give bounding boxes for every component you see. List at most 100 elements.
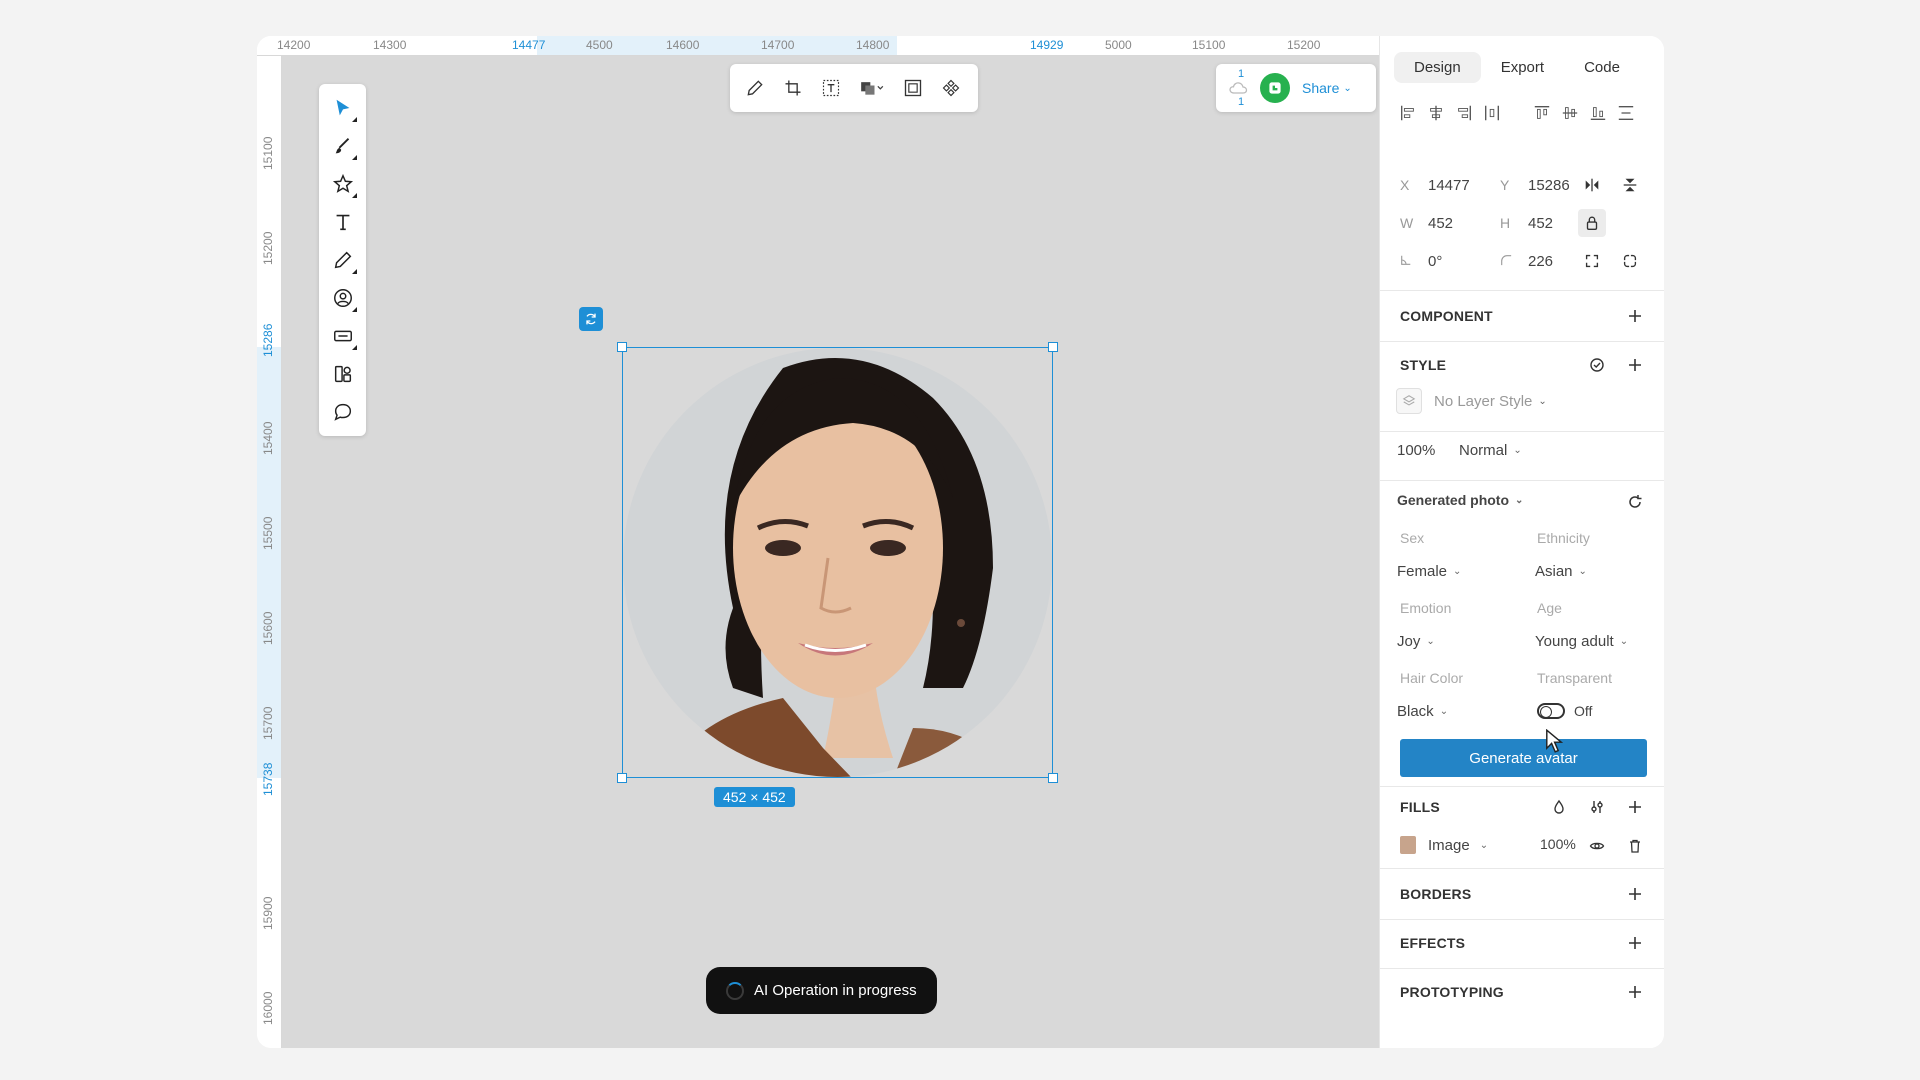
generated-photo-title: Generated photo bbox=[1397, 492, 1510, 508]
ruler-label: 14300 bbox=[373, 38, 407, 52]
align-top-button[interactable] bbox=[1528, 99, 1556, 127]
tab-code[interactable]: Code bbox=[1564, 52, 1640, 83]
delete-fill-button[interactable] bbox=[1623, 834, 1647, 858]
rectangle-tool[interactable] bbox=[327, 320, 358, 351]
radius-all-button[interactable] bbox=[1578, 247, 1606, 275]
text-icon bbox=[336, 214, 349, 230]
plus-icon bbox=[1629, 801, 1641, 813]
generated-photo-dropdown[interactable]: Generated photo ⌄ bbox=[1397, 492, 1523, 508]
align-center-h-button[interactable] bbox=[1422, 99, 1450, 127]
component-button[interactable] bbox=[934, 71, 968, 105]
design-canvas[interactable]: 1 1 Share ⌄ 452 × 452 AI Operation in pr… bbox=[282, 56, 1379, 1048]
age-value: Young adult bbox=[1535, 633, 1614, 650]
add-prototyping-button[interactable] bbox=[1623, 980, 1647, 1004]
chevron-down-icon: ⌄ bbox=[1578, 566, 1587, 577]
pencil-tool[interactable] bbox=[327, 244, 358, 275]
layer-style-dropdown[interactable]: No Layer Style ⌄ bbox=[1396, 388, 1547, 414]
text-frame-icon bbox=[822, 79, 840, 97]
fill-opacity-input[interactable]: 100% bbox=[1540, 836, 1576, 852]
shapes-icon bbox=[861, 82, 884, 95]
distribute-h-button[interactable] bbox=[1478, 99, 1506, 127]
star-tool[interactable] bbox=[327, 168, 358, 199]
add-fill-button[interactable] bbox=[1623, 795, 1647, 819]
generated-avatar-photo bbox=[623, 348, 1052, 777]
fill-type-dropdown[interactable]: Image ⌄ bbox=[1400, 836, 1488, 854]
chevron-down-icon: ⌄ bbox=[1453, 566, 1462, 577]
ruler-label: 15500 bbox=[261, 516, 275, 550]
comment-tool[interactable] bbox=[327, 396, 358, 427]
align-right-icon bbox=[1458, 105, 1471, 121]
select-tool[interactable] bbox=[327, 92, 358, 123]
crop-button[interactable] bbox=[776, 71, 810, 105]
h-label: H bbox=[1500, 215, 1511, 231]
frame-button[interactable] bbox=[896, 71, 930, 105]
resize-handle-top-right[interactable] bbox=[1048, 342, 1058, 352]
add-component-button[interactable] bbox=[1623, 304, 1647, 328]
lock-ratio-button[interactable] bbox=[1578, 209, 1606, 237]
components-tool[interactable] bbox=[327, 358, 358, 389]
component-title: COMPONENT bbox=[1400, 308, 1493, 324]
brush-tool[interactable] bbox=[327, 130, 358, 161]
fill-adjust-button[interactable] bbox=[1585, 795, 1609, 819]
align-bottom-button[interactable] bbox=[1584, 99, 1612, 127]
generate-avatar-button[interactable]: Generate avatar bbox=[1400, 739, 1647, 777]
emotion-dropdown[interactable]: Joy ⌄ bbox=[1397, 633, 1435, 650]
ruler-label: 14600 bbox=[666, 38, 700, 52]
regenerate-button[interactable] bbox=[1623, 490, 1647, 514]
flip-horizontal-button[interactable] bbox=[1578, 171, 1606, 199]
distribute-v-button[interactable] bbox=[1612, 99, 1640, 127]
shapes-dropdown[interactable] bbox=[852, 71, 892, 105]
plus-icon bbox=[1629, 310, 1641, 322]
opacity-input[interactable]: 100% bbox=[1397, 442, 1435, 459]
edit-button[interactable] bbox=[738, 71, 772, 105]
text-frame-button[interactable] bbox=[814, 71, 848, 105]
edit-icon bbox=[747, 80, 763, 96]
age-dropdown[interactable]: Young adult ⌄ bbox=[1535, 633, 1628, 650]
resize-handle-bottom-left[interactable] bbox=[617, 773, 627, 783]
context-toolbar bbox=[730, 64, 978, 112]
refresh-icon bbox=[1629, 495, 1642, 508]
selected-avatar-frame[interactable] bbox=[617, 342, 1058, 783]
ethnicity-dropdown[interactable]: Asian ⌄ bbox=[1535, 563, 1587, 580]
align-left-button[interactable] bbox=[1394, 99, 1422, 127]
fill-opacity-button[interactable] bbox=[1547, 795, 1571, 819]
add-style-button[interactable] bbox=[1623, 353, 1647, 377]
regenerate-badge[interactable] bbox=[579, 307, 603, 331]
blend-mode-dropdown[interactable]: Normal ⌄ bbox=[1459, 442, 1522, 459]
resize-handle-top-left[interactable] bbox=[617, 342, 627, 352]
distribute-vertical-icon bbox=[1618, 106, 1634, 120]
add-border-button[interactable] bbox=[1623, 882, 1647, 906]
ruler-label: 15200 bbox=[1287, 38, 1321, 52]
toggle-fill-visibility-button[interactable] bbox=[1585, 834, 1609, 858]
comment-icon bbox=[333, 403, 351, 421]
rotation-input[interactable]: 0° bbox=[1428, 253, 1490, 270]
user-avatar[interactable] bbox=[1260, 73, 1290, 103]
alignment-row bbox=[1380, 96, 1664, 130]
align-bottom-icon bbox=[1590, 107, 1606, 120]
tab-design[interactable]: Design bbox=[1394, 51, 1481, 83]
radius-independent-button[interactable] bbox=[1616, 247, 1644, 275]
flip-vertical-icon bbox=[1623, 178, 1637, 192]
transparent-toggle[interactable]: Off bbox=[1537, 703, 1592, 719]
collaborators-count-bottom: 1 bbox=[1238, 96, 1245, 108]
align-middle-button[interactable] bbox=[1556, 99, 1584, 127]
x-input[interactable]: 14477 bbox=[1428, 177, 1490, 194]
chevron-down-icon: ⌄ bbox=[1343, 82, 1352, 94]
avatar-tool[interactable] bbox=[327, 282, 358, 313]
hair-color-dropdown[interactable]: Black ⌄ bbox=[1397, 703, 1448, 720]
size-row: W 452 H 452 bbox=[1380, 206, 1664, 240]
resize-handle-bottom-right[interactable] bbox=[1048, 773, 1058, 783]
layer-style-label: No Layer Style bbox=[1434, 392, 1533, 410]
w-input[interactable]: 452 bbox=[1428, 215, 1490, 232]
align-right-button[interactable] bbox=[1450, 99, 1478, 127]
share-button[interactable]: Share bbox=[1302, 80, 1339, 96]
blend-mode-value: Normal bbox=[1459, 442, 1508, 459]
flip-vertical-button[interactable] bbox=[1616, 171, 1644, 199]
text-tool[interactable] bbox=[327, 206, 358, 237]
sex-dropdown[interactable]: Female ⌄ bbox=[1397, 563, 1461, 580]
add-effect-button[interactable] bbox=[1623, 931, 1647, 955]
borders-title: BORDERS bbox=[1400, 886, 1472, 902]
style-check-button[interactable] bbox=[1585, 353, 1609, 377]
tab-export[interactable]: Export bbox=[1481, 52, 1564, 83]
collaborators-indicator[interactable]: 1 1 bbox=[1226, 68, 1254, 108]
